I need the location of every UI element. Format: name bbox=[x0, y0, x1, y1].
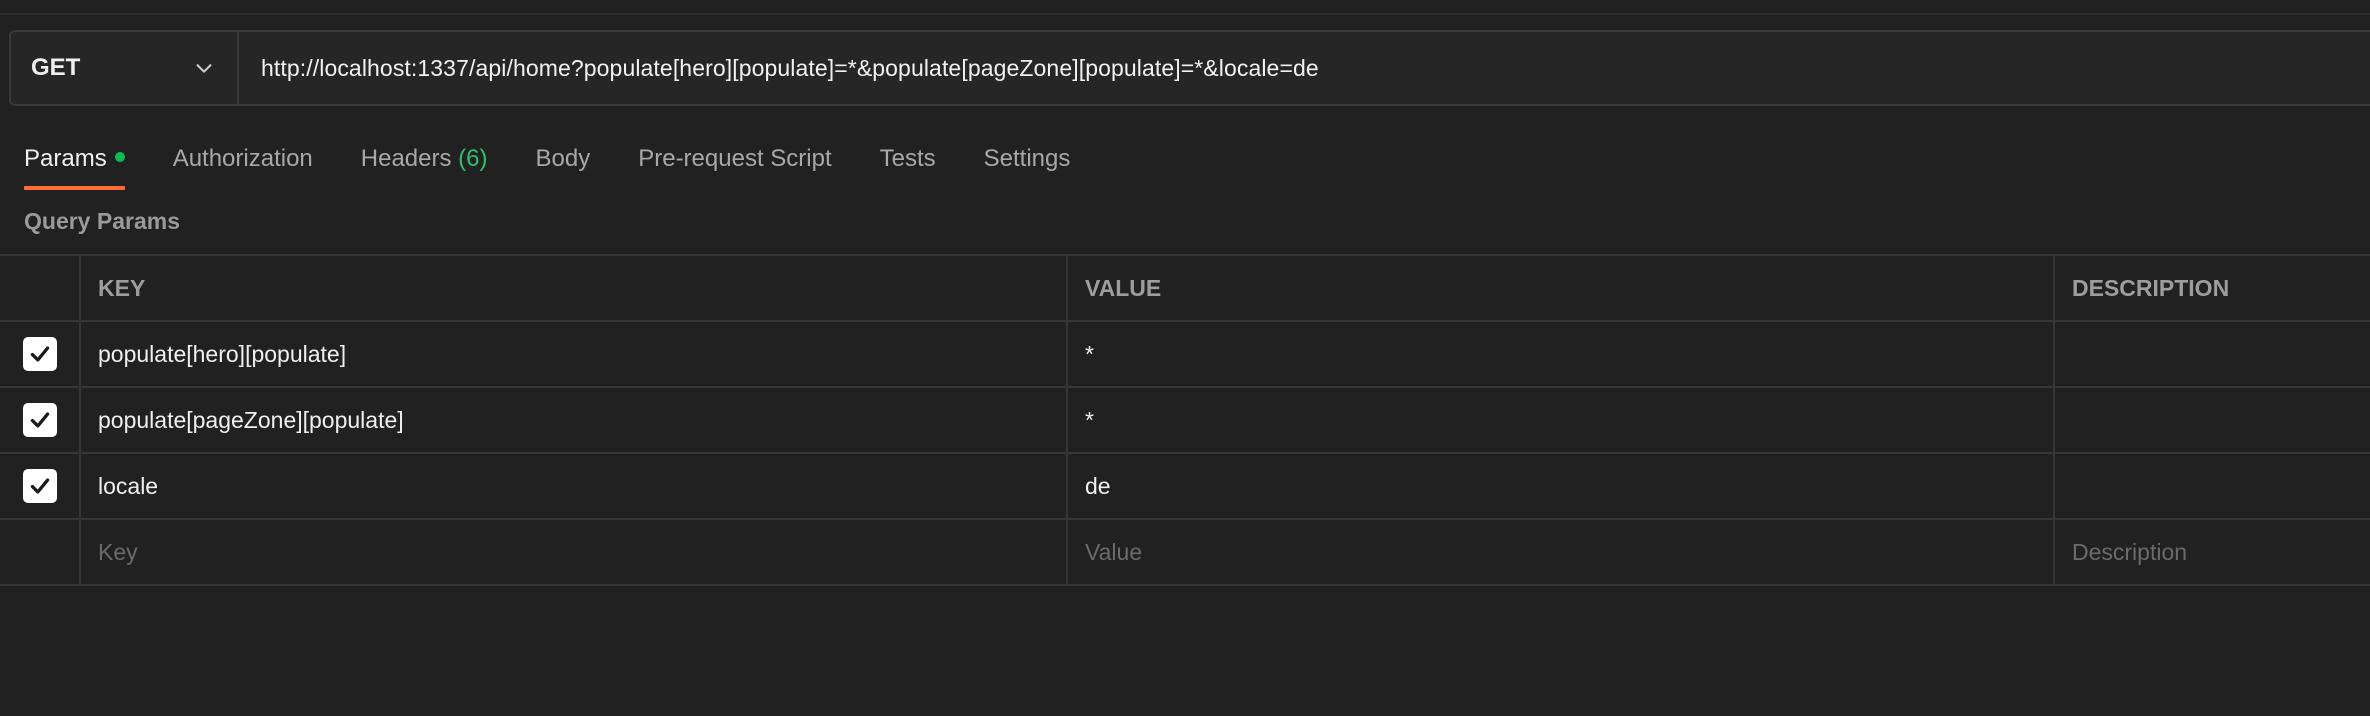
param-value[interactable]: de bbox=[1068, 454, 2055, 518]
query-params-table: KEY VALUE DESCRIPTION populate[hero][pop… bbox=[0, 254, 2370, 586]
new-value-input[interactable]: Value bbox=[1068, 520, 2055, 584]
checkmark-icon bbox=[30, 478, 49, 494]
row-checkbox[interactable] bbox=[22, 469, 57, 503]
header-key: KEY bbox=[81, 256, 1068, 320]
tab-body[interactable]: Body bbox=[536, 140, 591, 190]
table-row: populate[hero][populate] * bbox=[0, 322, 2370, 388]
tab-authorization[interactable]: Authorization bbox=[173, 140, 313, 190]
param-key[interactable]: populate[hero][populate] bbox=[81, 322, 1068, 386]
tab-tests[interactable]: Tests bbox=[880, 140, 936, 190]
param-description[interactable] bbox=[2055, 388, 2370, 452]
new-key-input[interactable]: Key bbox=[81, 520, 1068, 584]
table-row: populate[pageZone][populate] * bbox=[0, 388, 2370, 454]
tab-pre-request-script-label: Pre-request Script bbox=[638, 145, 832, 172]
param-value[interactable]: * bbox=[1068, 388, 2055, 452]
top-divider bbox=[0, 0, 2370, 15]
query-params-title: Query Params bbox=[24, 208, 180, 234]
tab-params[interactable]: Params bbox=[24, 140, 125, 190]
header-description: DESCRIPTION bbox=[2072, 274, 2230, 301]
checkmark-icon bbox=[30, 412, 49, 428]
row-check-cell bbox=[0, 388, 81, 452]
param-key[interactable]: locale bbox=[81, 454, 1068, 518]
chevron-down-icon bbox=[196, 64, 212, 73]
tab-body-label: Body bbox=[535, 145, 591, 172]
method-label: GET bbox=[31, 54, 81, 81]
checkmark-icon bbox=[30, 346, 49, 362]
table-header-row: KEY VALUE DESCRIPTION bbox=[0, 256, 2370, 322]
tab-authorization-label: Authorization bbox=[172, 145, 313, 172]
row-check-cell bbox=[0, 520, 81, 584]
tab-headers-label: Headers bbox=[360, 145, 452, 172]
headers-count-badge: (6) bbox=[458, 145, 488, 172]
row-check-cell bbox=[0, 322, 81, 386]
param-description[interactable] bbox=[2055, 454, 2370, 518]
header-check-cell bbox=[0, 256, 81, 320]
tab-settings-label: Settings bbox=[983, 145, 1071, 172]
row-check-cell bbox=[0, 454, 81, 518]
tab-settings[interactable]: Settings bbox=[984, 140, 1071, 190]
param-key[interactable]: populate[pageZone][populate] bbox=[81, 388, 1068, 452]
row-checkbox[interactable] bbox=[22, 337, 57, 371]
table-row-new: Key Value Description bbox=[0, 520, 2370, 586]
request-tabs: Params Authorization Headers (6) Body Pr… bbox=[24, 140, 1118, 190]
tab-params-label: Params bbox=[24, 145, 107, 172]
params-active-dot bbox=[114, 151, 125, 162]
new-description-input[interactable]: Description bbox=[2055, 520, 2370, 584]
row-checkbox[interactable] bbox=[22, 403, 57, 437]
table-row: locale de bbox=[0, 454, 2370, 520]
tab-pre-request-script[interactable]: Pre-request Script bbox=[638, 140, 831, 190]
header-value: VALUE bbox=[1068, 256, 2055, 320]
tab-tests-label: Tests bbox=[879, 145, 936, 172]
param-description[interactable] bbox=[2055, 322, 2370, 386]
param-value[interactable]: * bbox=[1068, 322, 2055, 386]
tab-headers[interactable]: Headers (6) bbox=[361, 140, 488, 190]
request-bar: GET http://localhost:1337/api/home?popul… bbox=[9, 30, 2370, 106]
url-input[interactable]: http://localhost:1337/api/home?populate[… bbox=[239, 32, 2370, 104]
method-select[interactable]: GET bbox=[11, 32, 239, 104]
